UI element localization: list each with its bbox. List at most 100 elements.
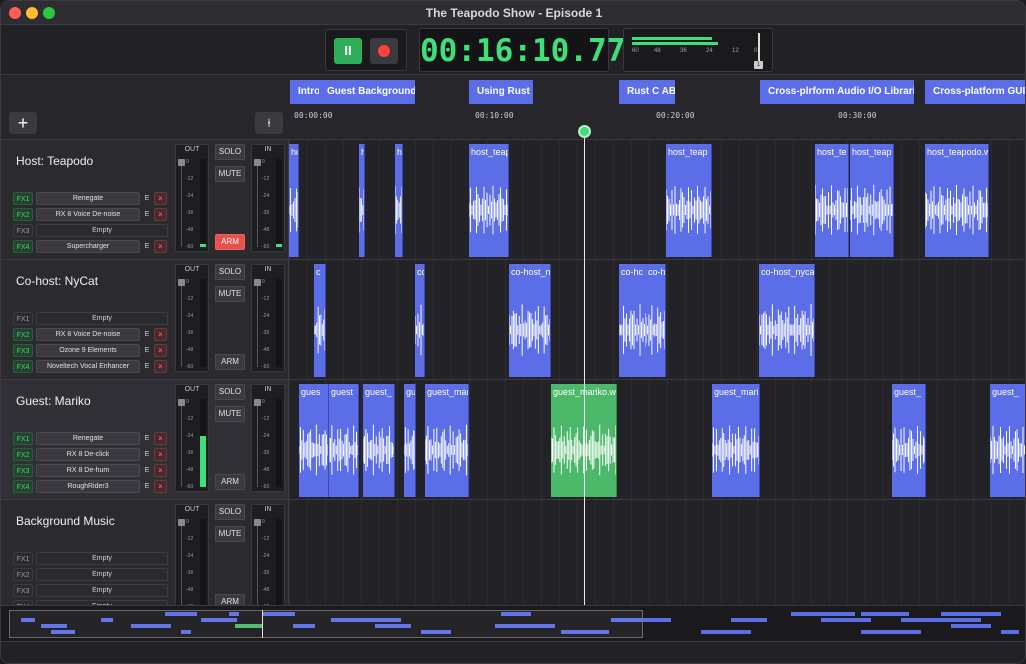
fx-edit-button[interactable]: E [141, 480, 153, 493]
in-fader-handle[interactable] [254, 399, 261, 406]
out-fader-handle[interactable] [178, 159, 185, 166]
fx-plugin-button[interactable]: Empty [36, 552, 168, 565]
fx-remove-button[interactable]: × [154, 448, 167, 461]
fx-remove-button[interactable]: × [154, 208, 167, 221]
out-fader-handle[interactable] [178, 519, 185, 526]
out-fader-handle[interactable] [178, 399, 185, 406]
audio-clip[interactable]: host_teap [850, 144, 894, 257]
out-fader-handle[interactable] [178, 279, 185, 286]
fx-edit-button[interactable]: E [141, 208, 153, 221]
solo-button[interactable]: SOLO [215, 504, 245, 520]
track-name[interactable]: Co-host: NyCat [16, 274, 98, 288]
fx-slot-tag[interactable]: FX1 [13, 192, 33, 205]
fx-slot-tag[interactable]: FX2 [13, 568, 33, 581]
fx-plugin-button[interactable]: Empty [36, 568, 168, 581]
audio-clip[interactable]: co-hc [619, 264, 647, 377]
in-fader-handle[interactable] [254, 159, 261, 166]
time-ruler[interactable]: 00:00:00 00:10:00 00:20:00 00:30:00 [289, 108, 1025, 140]
chapter-marker[interactable]: Cross-platform GUI Li [925, 80, 1025, 104]
audio-clip[interactable]: host_teapodo.w [925, 144, 989, 257]
audio-clip[interactable]: co-h [646, 264, 666, 377]
audio-clip[interactable]: ho [289, 144, 299, 257]
track-header[interactable]: Co-host: NyCat FX1 Empty FX2 RX 8 Voice … [1, 260, 289, 380]
chapter-marker[interactable]: Rust C ABI [619, 80, 675, 104]
audio-clip[interactable]: host_teap [666, 144, 712, 257]
master-fader-knob[interactable]: 1 [754, 61, 763, 69]
fx-slot-tag[interactable]: FX3 [13, 224, 33, 237]
solo-button[interactable]: SOLO [215, 144, 245, 160]
track-header[interactable]: Background Music FX1 Empty FX2 Empty FX3… [1, 500, 289, 620]
track-header[interactable]: Guest: Mariko FX1 Renegate E × FX2 RX 8 D… [1, 380, 289, 500]
fx-plugin-button[interactable]: Noveltech Vocal Enhancer [36, 360, 140, 373]
fx-edit-button[interactable]: E [141, 344, 153, 357]
fx-plugin-button[interactable]: Empty [36, 312, 168, 325]
in-fader-handle[interactable] [254, 279, 261, 286]
solo-button[interactable]: SOLO [215, 264, 245, 280]
fx-edit-button[interactable]: E [141, 328, 153, 341]
track-name[interactable]: Background Music [16, 514, 115, 528]
audio-clip[interactable]: guest_ [990, 384, 1025, 497]
audio-clip[interactable]: c [314, 264, 326, 377]
fx-remove-button[interactable]: × [154, 192, 167, 205]
chapter-marker[interactable]: Using Rust [469, 80, 533, 104]
fx-slot-tag[interactable]: FX4 [13, 240, 33, 253]
pause-button[interactable]: II [334, 38, 362, 64]
fx-slot-tag[interactable]: FX3 [13, 584, 33, 597]
audio-clip[interactable]: hc [395, 144, 403, 257]
fx-slot-tag[interactable]: FX1 [13, 432, 33, 445]
track-header[interactable]: Host: Teapodo FX1 Renegate E × FX2 RX 8 V… [1, 140, 289, 260]
arm-button[interactable]: ARM [215, 474, 245, 490]
fx-plugin-button[interactable]: Empty [36, 584, 168, 597]
track-name[interactable]: Guest: Mariko [16, 394, 91, 408]
audio-clip[interactable]: h [359, 144, 365, 257]
fx-edit-button[interactable]: E [141, 192, 153, 205]
fx-plugin-button[interactable]: Empty [36, 224, 168, 237]
mute-button[interactable]: MUTE [215, 406, 245, 422]
fx-remove-button[interactable]: × [154, 480, 167, 493]
fx-plugin-button[interactable]: RX 8 Voice De-noise [36, 208, 140, 221]
fx-plugin-button[interactable]: RX 8 De-click [36, 448, 140, 461]
audio-clip[interactable]: co [415, 264, 425, 377]
fx-edit-button[interactable]: E [141, 360, 153, 373]
mute-button[interactable]: MUTE [215, 526, 245, 542]
playhead[interactable] [584, 131, 585, 605]
fx-plugin-button[interactable]: Renegate [36, 192, 140, 205]
fx-plugin-button[interactable]: Renegate [36, 432, 140, 445]
fx-plugin-button[interactable]: RoughRider3 [36, 480, 140, 493]
audio-clip[interactable]: guest [329, 384, 359, 497]
track-lane[interactable]: c co co-host_n co-hc co-h co-host_nyca [289, 260, 1025, 380]
chapter-marker[interactable]: Guest Background [319, 80, 415, 104]
overview-viewport[interactable] [9, 610, 643, 638]
audio-clip[interactable]: gu [404, 384, 416, 497]
fx-slot-tag[interactable]: FX1 [13, 552, 33, 565]
audio-clip[interactable]: guest_mari [712, 384, 760, 497]
fx-plugin-button[interactable]: Ozone 9 Elements [36, 344, 140, 357]
chapter-marker[interactable]: Cross-plrform Audio I/O Libraries [760, 80, 914, 104]
audio-clip[interactable]: guest_mari [425, 384, 469, 497]
audio-clip[interactable]: host_te [815, 144, 849, 257]
fx-slot-tag[interactable]: FX4 [13, 480, 33, 493]
fx-remove-button[interactable]: × [154, 432, 167, 445]
playhead-handle[interactable] [578, 125, 591, 138]
fx-plugin-button[interactable]: RX 8 Voice De-noise [36, 328, 140, 341]
fx-edit-button[interactable]: E [141, 448, 153, 461]
fx-remove-button[interactable]: × [154, 360, 167, 373]
in-fader-handle[interactable] [254, 519, 261, 526]
record-button[interactable] [370, 38, 398, 64]
track-name[interactable]: Host: Teapodo [16, 154, 93, 168]
arm-button[interactable]: ARM [215, 234, 245, 250]
master-fader[interactable] [758, 33, 760, 61]
chapter-marker[interactable]: Intro [290, 80, 320, 104]
fx-plugin-button[interactable]: RX 8 De-hum [36, 464, 140, 477]
fx-remove-button[interactable]: × [154, 344, 167, 357]
track-lane[interactable] [289, 500, 1025, 620]
audio-clip[interactable]: co-host_n [509, 264, 551, 377]
fx-plugin-button[interactable]: Supercharger [36, 240, 140, 253]
fx-slot-tag[interactable]: FX1 [13, 312, 33, 325]
audio-clip[interactable]: guest_ [892, 384, 926, 497]
fx-slot-tag[interactable]: FX2 [13, 328, 33, 341]
track-lane[interactable]: gues guest guest_ gu guest_mari guest_ma… [289, 380, 1025, 500]
fx-slot-tag[interactable]: FX4 [13, 360, 33, 373]
fx-edit-button[interactable]: E [141, 240, 153, 253]
fx-edit-button[interactable]: E [141, 432, 153, 445]
